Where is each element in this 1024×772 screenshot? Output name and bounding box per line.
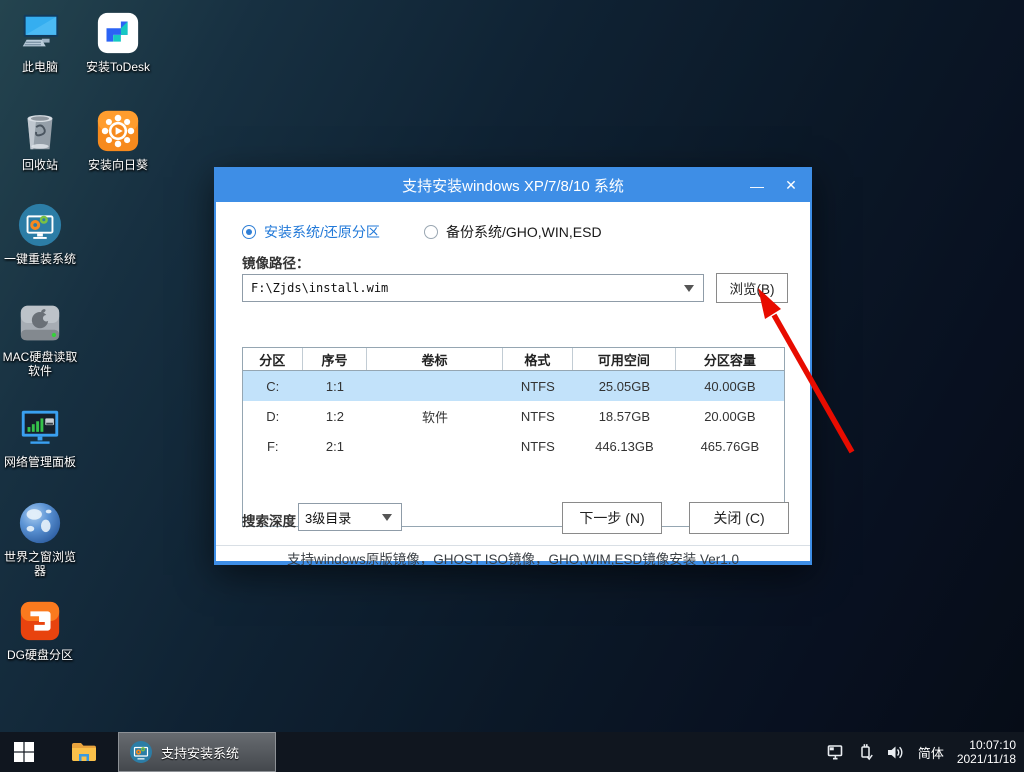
cell-index: 1:2	[303, 409, 368, 424]
volume-tray-icon[interactable]	[886, 744, 905, 761]
table-row[interactable]: D: 1:2 软件 NTFS 18.57GB 20.00GB	[243, 401, 784, 431]
cell-free-space: 18.57GB	[573, 409, 676, 424]
window-title: 支持安装windows XP/7/8/10 系统	[402, 175, 624, 196]
taskbar-app-installer[interactable]: 支持安装系统	[118, 732, 276, 772]
desktop-icon-label: MAC硬盘读取软件	[0, 350, 80, 378]
col-free-space: 可用空间	[573, 348, 676, 370]
network-panel-icon	[17, 405, 63, 451]
image-path-combobox[interactable]: F:\Zjds\install.wim	[242, 274, 704, 302]
desktop-icon-mac-disk[interactable]: MAC硬盘读取软件	[0, 300, 80, 378]
radio-backup[interactable]: 备份系统/GHO,WIN,ESD	[424, 222, 602, 242]
desktop-icon-label: 安装向日葵	[88, 158, 148, 172]
file-explorer-button[interactable]	[62, 732, 106, 772]
cell-partition: C:	[243, 379, 303, 394]
desktop-icon-label: 安装ToDesk	[86, 60, 150, 74]
desktop-icon-reinstall[interactable]: 一键重装系统	[0, 202, 80, 266]
footer-text: 支持windows原版镜像，GHOST ISO镜像，GHO,WIM,ESD镜像安…	[216, 548, 810, 568]
taskbar-app-label: 支持安装系统	[161, 743, 239, 762]
search-depth-select[interactable]: 3级目录	[298, 503, 402, 531]
window-controls: — ✕	[748, 169, 800, 202]
radio-install-restore[interactable]: 安装系统/还原分区	[242, 222, 380, 242]
cell-free-space: 25.05GB	[573, 379, 676, 394]
col-volume: 卷标	[367, 348, 502, 370]
radio-backup-label: 备份系统/GHO,WIN,ESD	[446, 222, 602, 242]
next-button[interactable]: 下一步 (N)	[562, 502, 662, 534]
cell-capacity: 465.76GB	[676, 439, 784, 454]
desktop-icon-todesk[interactable]: 安装ToDesk	[78, 10, 158, 74]
todesk-icon	[95, 10, 141, 56]
desktop-icon-this-pc[interactable]: 此电脑	[0, 10, 80, 74]
radio-selected-icon[interactable]	[242, 225, 256, 239]
col-index: 序号	[303, 348, 368, 370]
installer-window: 支持安装windows XP/7/8/10 系统 — ✕ 安装系统/还原分区 备…	[214, 167, 812, 565]
desktop-icon-label: 世界之窗浏览器	[0, 550, 80, 578]
footer-divider	[216, 545, 810, 546]
partition-table[interactable]: 分区 序号 卷标 格式 可用空间 分区容量 C: 1:1 NTFS 25.05G…	[242, 347, 785, 527]
network-tray-icon[interactable]	[827, 744, 846, 761]
desktop-icon-label: 一键重装系统	[4, 252, 76, 266]
clock-time: 10:07:10	[969, 738, 1016, 752]
chevron-down-icon[interactable]	[684, 285, 694, 292]
usb-tray-icon[interactable]	[859, 743, 873, 761]
windows-logo-icon	[13, 741, 35, 763]
desktop-icon-sunflower[interactable]: 安装向日葵	[78, 108, 158, 172]
close-window-button[interactable]: ✕	[782, 177, 800, 194]
cell-volume: 软件	[367, 407, 502, 426]
close-button[interactable]: 关闭 (C)	[689, 502, 789, 534]
desktop-icon-recycle-bin[interactable]: 回收站	[0, 108, 80, 172]
desktop-icon-dg-partition[interactable]: DG硬盘分区	[0, 598, 80, 662]
world-browser-icon	[17, 500, 63, 546]
cell-free-space: 446.13GB	[573, 439, 676, 454]
radio-unselected-icon[interactable]	[424, 225, 438, 239]
col-capacity: 分区容量	[676, 348, 784, 370]
cell-format: NTFS	[503, 379, 573, 394]
cell-format: NTFS	[503, 439, 573, 454]
cell-index: 2:1	[303, 439, 368, 454]
table-row[interactable]: C: 1:1 NTFS 25.05GB 40.00GB	[243, 371, 784, 401]
desktop-icon-label: 回收站	[22, 158, 58, 172]
mac-disk-icon	[17, 300, 63, 346]
col-partition: 分区	[243, 348, 303, 370]
installer-app-icon	[129, 740, 153, 764]
sunflower-icon	[95, 108, 141, 154]
desktop-icon-label: 网络管理面板	[4, 455, 76, 469]
titlebar[interactable]: 支持安装windows XP/7/8/10 系统 — ✕	[216, 169, 810, 202]
browse-button[interactable]: 浏览(B)	[716, 273, 788, 303]
minimize-button[interactable]: —	[748, 178, 766, 194]
clock-date: 2021/11/18	[957, 752, 1016, 766]
search-depth-label: 搜索深度	[242, 510, 296, 530]
ime-indicator[interactable]: 简体	[918, 743, 944, 762]
desktop: 此电脑 安装ToDesk 回收站	[0, 0, 1024, 772]
this-pc-icon	[17, 10, 63, 56]
system-tray: 简体 10:07:10 2021/11/18	[827, 738, 1024, 766]
cell-partition: D:	[243, 409, 303, 424]
desktop-icon-world-browser[interactable]: 世界之窗浏览器	[0, 500, 80, 578]
table-row[interactable]: F: 2:1 NTFS 446.13GB 465.76GB	[243, 431, 784, 461]
table-header-row: 分区 序号 卷标 格式 可用空间 分区容量	[243, 348, 784, 371]
dg-partition-icon	[17, 598, 63, 644]
cell-index: 1:1	[303, 379, 368, 394]
start-button[interactable]	[0, 732, 48, 772]
col-format: 格式	[503, 348, 573, 370]
reinstall-system-icon	[17, 202, 63, 248]
desktop-icon-network-panel[interactable]: 网络管理面板	[0, 405, 80, 469]
taskbar: 支持安装系统	[0, 732, 1024, 772]
cell-capacity: 40.00GB	[676, 379, 784, 394]
desktop-icon-label: DG硬盘分区	[7, 648, 73, 662]
cell-capacity: 20.00GB	[676, 409, 784, 424]
taskbar-clock[interactable]: 10:07:10 2021/11/18	[957, 738, 1016, 766]
desktop-icon-label: 此电脑	[22, 60, 58, 74]
folder-icon	[71, 741, 97, 763]
dialog-body: 安装系统/还原分区 备份系统/GHO,WIN,ESD 镜像路径： F:\Zjds…	[216, 202, 810, 561]
recycle-bin-icon	[17, 108, 63, 154]
chevron-down-icon[interactable]	[382, 514, 392, 521]
cell-format: NTFS	[503, 409, 573, 424]
radio-install-label: 安装系统/还原分区	[264, 222, 380, 242]
search-depth-value: 3级目录	[299, 508, 382, 527]
image-path-label: 镜像路径：	[242, 252, 310, 272]
cell-partition: F:	[243, 439, 303, 454]
image-path-value: F:\Zjds\install.wim	[243, 281, 684, 295]
